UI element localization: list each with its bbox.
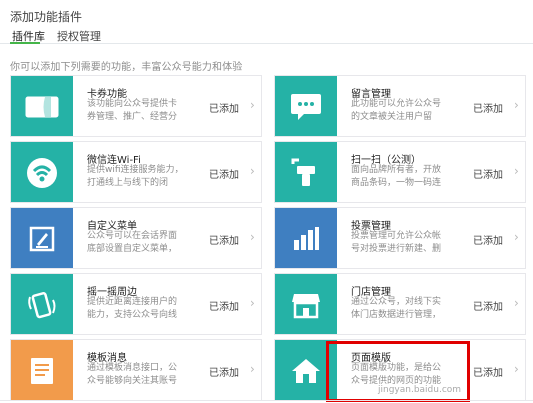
plugin-card-comment-management[interactable]: 留言管理 此功能可以允许公众号的文章被关注用户留言，加强彼此间的互动。 已添加 … — [274, 75, 526, 137]
tab-bar: 插件库 授权管理 — [0, 25, 533, 44]
plugin-card-vote-management[interactable]: 投票管理 投票管理可允许公众帐号对投票进行新建、删除和查看的操作。 已添加 › — [274, 207, 526, 269]
scan-icon — [275, 142, 337, 202]
plugin-description: 提供wifi连接服务能力，打通线上与线下的闭环，更好地提高商户的经营效率。 — [87, 165, 184, 188]
bar-chart-icon — [275, 208, 337, 268]
watermark: jingyan.baidu.com — [378, 385, 462, 395]
plugin-card-wechat-wifi[interactable]: 微信连Wi-Fi 提供wifi连接服务能力，打通线上与线下的闭环，更好地提高商户… — [10, 141, 262, 203]
wifi-icon — [11, 142, 73, 202]
chevron-right-icon: › — [250, 296, 255, 310]
active-tab-indicator — [10, 42, 40, 44]
plugin-status: 已添加 — [209, 104, 239, 115]
chevron-right-icon: › — [514, 164, 519, 178]
plugin-status: 已添加 — [209, 302, 239, 313]
home-icon — [275, 340, 337, 400]
chevron-right-icon: › — [514, 296, 519, 310]
plugin-description: 提供近距离连接用户的能力，支持公众号向线下用户提供个性化信息、互动及服务 — [87, 297, 178, 320]
plugin-status: 已添加 — [473, 236, 503, 247]
plugin-description: 投票管理可允许公众帐号对投票进行新建、删除和查看的操作。 — [351, 231, 442, 254]
plugin-description: 公众号可以在会话界面底部设置自定义菜单，并可为其设置响应动作 — [87, 231, 178, 254]
shake-icon — [11, 274, 73, 334]
card-icon — [11, 76, 73, 136]
chevron-right-icon: › — [514, 230, 519, 244]
tab-authorization-management[interactable]: 授权管理 — [57, 28, 101, 44]
plugin-card-store-management[interactable]: 门店管理 通过公众号，对线下实体门店数据进行管理，并在相关业务场景中运营和展示 … — [274, 273, 526, 335]
plugin-status: 已添加 — [473, 302, 503, 313]
intro-text: 你可以添加下列需要的功能，丰富公众号能力和体验 — [10, 62, 243, 73]
plugin-status: 已添加 — [473, 170, 503, 181]
chevron-right-icon: › — [250, 164, 255, 178]
plugin-description: 面向品牌所有者，开放商品条码，一物一码连接能力，用于信息展示、服务提供 — [351, 165, 442, 188]
chevron-right-icon: › — [250, 362, 255, 376]
chevron-right-icon: › — [250, 230, 255, 244]
plugin-status: 已添加 — [473, 368, 503, 379]
divider — [0, 400, 533, 401]
chevron-right-icon: › — [514, 98, 519, 112]
store-icon — [275, 274, 337, 334]
plugin-card-template-message[interactable]: 模板消息 通过模板消息接口，公众号能够向关注其账号的用户发送预设模板的消息。 已… — [10, 339, 262, 401]
plugin-status: 已添加 — [209, 170, 239, 181]
chevron-right-icon: › — [514, 362, 519, 376]
plugin-card-scan[interactable]: 扫一扫（公测） 面向品牌所有者，开放商品条码，一物一码连接能力，用于信息展示、服… — [274, 141, 526, 203]
plugin-description: 通过公众号，对线下实体门店数据进行管理，并在相关业务场景中运营和展示 — [351, 297, 442, 320]
page-title: 添加功能插件 — [10, 10, 83, 24]
edit-icon — [11, 208, 73, 268]
plugin-status: 已添加 — [209, 236, 239, 247]
plugin-card-custom-menu[interactable]: 自定义菜单 公众号可以在会话界面底部设置自定义菜单，并可为其设置响应动作 已添加… — [10, 207, 262, 269]
plugin-card-shake-nearby[interactable]: 摇一摇周边 提供近距离连接用户的能力，支持公众号向线下用户提供个性化信息、互动及… — [10, 273, 262, 335]
plugin-description: 此功能可以允许公众号的文章被关注用户留言，加强彼此间的互动。 — [351, 99, 442, 122]
plugin-description: 该功能向公众号提供卡券管理、推广、经营分析的整套解决方案。 — [87, 99, 178, 122]
comment-icon — [275, 76, 337, 136]
plugin-description: 通过模板消息接口，公众号能够向关注其账号的用户发送预设模板的消息。 — [87, 363, 178, 386]
plugin-status: 已添加 — [473, 104, 503, 115]
plugin-status: 已添加 — [209, 368, 239, 379]
plugin-card-card-coupon[interactable]: 卡券功能 该功能向公众号提供卡券管理、推广、经营分析的整套解决方案。 已添加 › — [10, 75, 262, 137]
document-icon — [11, 340, 73, 400]
chevron-right-icon: › — [250, 98, 255, 112]
